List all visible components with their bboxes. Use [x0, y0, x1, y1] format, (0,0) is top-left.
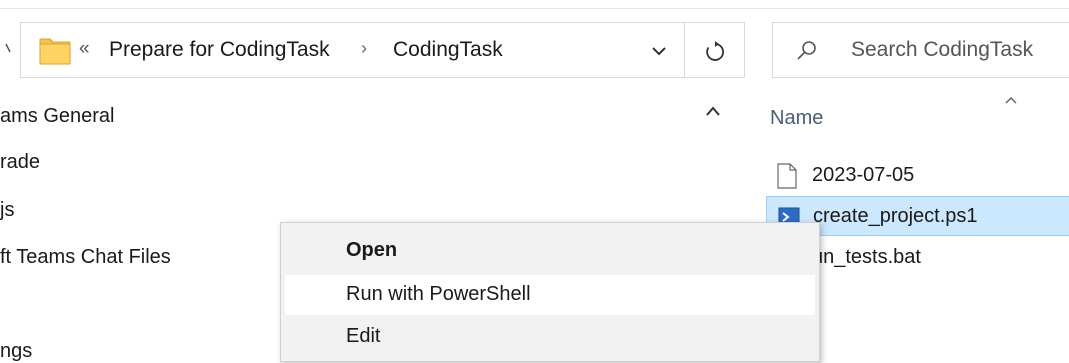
menu-item-label: Edit: [346, 325, 381, 347]
breadcrumb-item-current[interactable]: CodingTask: [393, 38, 503, 62]
search-icon: [795, 39, 819, 68]
breadcrumb-overflow[interactable]: «: [79, 38, 90, 60]
refresh-button[interactable]: [685, 22, 745, 78]
search-input[interactable]: Search CodingTask: [851, 38, 1033, 62]
file-name: un_tests.bat: [812, 246, 921, 268]
nav-item[interactable]: js: [0, 199, 14, 222]
blank-file-icon: [776, 163, 798, 194]
folder-icon: [39, 35, 71, 65]
context-menu: Open Run with PowerShell Edit: [280, 222, 820, 362]
menu-item-label: Open: [346, 239, 398, 261]
nav-item[interactable]: ams General: [0, 105, 115, 128]
nav-chevron-icon[interactable]: [4, 40, 16, 60]
breadcrumb-item-parent[interactable]: Prepare for CodingTask: [109, 38, 330, 62]
file-row[interactable]: 2023-07-05: [766, 156, 1069, 196]
address-bar[interactable]: « Prepare for CodingTask › CodingTask: [20, 22, 685, 78]
scroll-up-arrow-icon[interactable]: [704, 104, 722, 118]
nav-item[interactable]: ngs: [0, 340, 32, 363]
window-top-edge: [0, 0, 1069, 9]
nav-item[interactable]: ft Teams Chat Files: [0, 246, 171, 269]
refresh-icon: [706, 41, 724, 61]
column-header-name[interactable]: Name: [770, 107, 823, 130]
menu-item-run-with-powershell[interactable]: Run with PowerShell: [285, 275, 815, 315]
breadcrumb-separator[interactable]: ›: [361, 38, 367, 59]
sort-ascending-icon: [1004, 92, 1018, 110]
file-name: 2023-07-05: [812, 164, 915, 186]
chevron-down-icon[interactable]: [649, 41, 669, 61]
search-box[interactable]: Search CodingTask: [772, 22, 1069, 78]
menu-item-open[interactable]: Open: [285, 231, 815, 271]
file-name: create_project.ps1: [813, 205, 978, 227]
nav-item[interactable]: rade: [0, 151, 40, 174]
menu-item-label: Run with PowerShell: [346, 283, 531, 305]
menu-item-edit[interactable]: Edit: [285, 317, 815, 357]
